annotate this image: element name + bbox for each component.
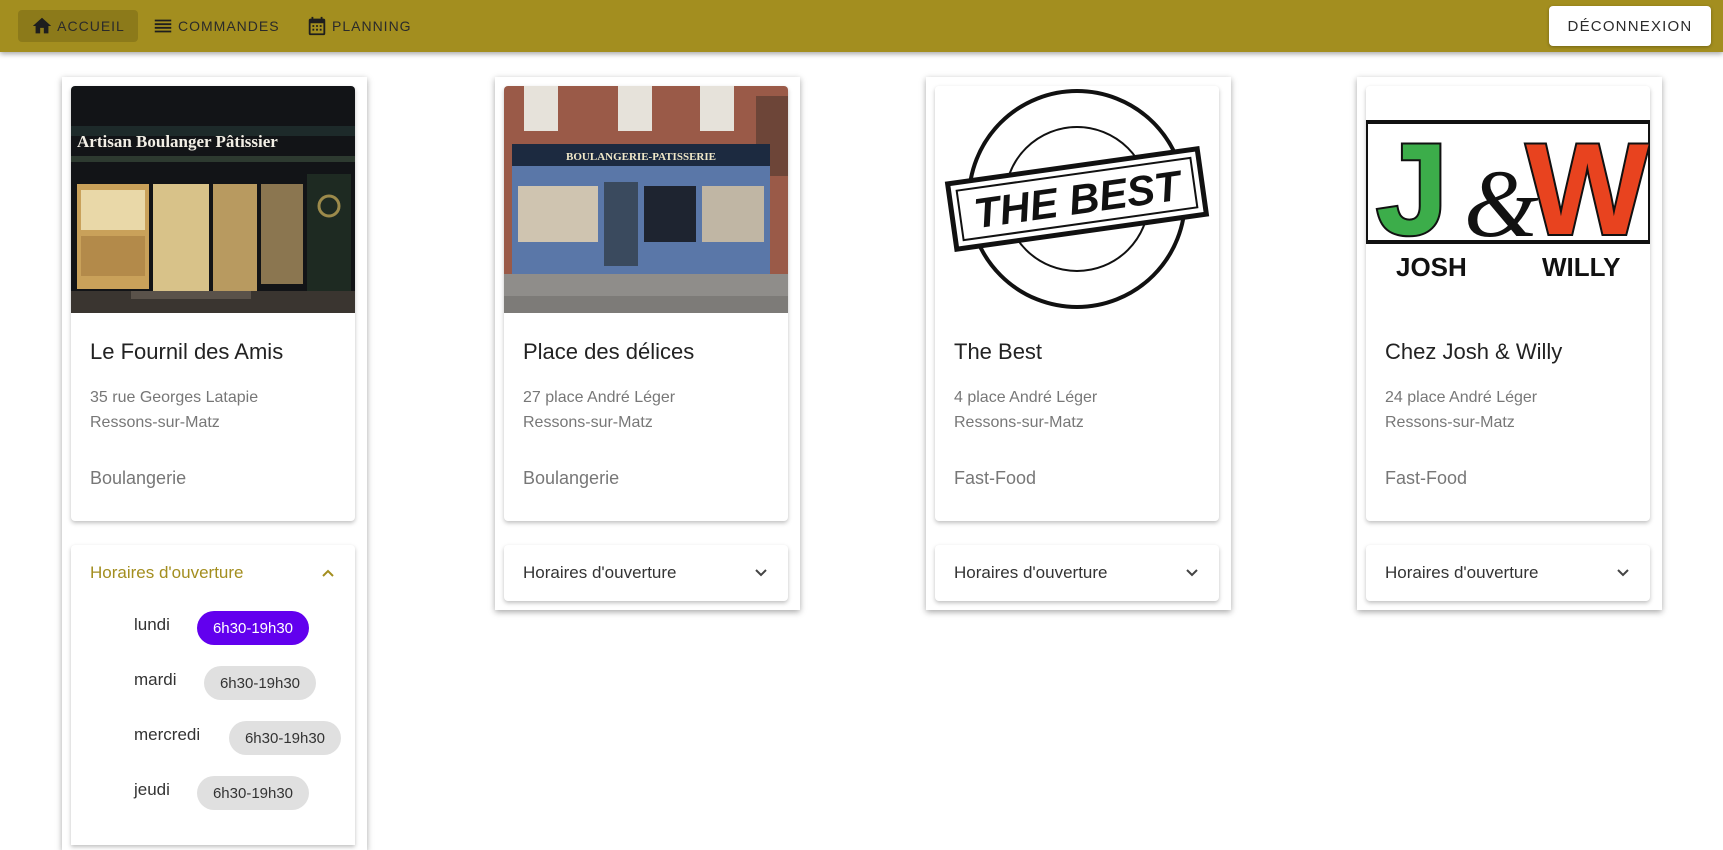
logo-letter-w: W xyxy=(1526,116,1649,262)
restaurant-address-city: Ressons-sur-Matz xyxy=(1385,414,1515,431)
restaurant-image: BOULANGERIE-PATISSERIE xyxy=(504,86,788,313)
home-icon xyxy=(32,17,52,34)
logout-button[interactable]: Déconnexion xyxy=(1549,6,1711,46)
hours-chip[interactable]: 6h30-19h30 xyxy=(229,721,341,755)
restaurant-category: Fast-Food xyxy=(954,468,1037,488)
hours-chip[interactable]: 6h30-19h30 xyxy=(197,776,309,810)
hours-day: lundi xyxy=(134,615,170,634)
opening-hours-toggle[interactable]: Horaires d'ouverture xyxy=(954,563,1107,583)
restaurant-name: The Best xyxy=(954,339,1043,364)
restaurant-category: Boulangerie xyxy=(523,468,620,488)
restaurant-column: THE BEST The Best 4 place André Léger Re… xyxy=(926,77,1231,610)
opening-hours-panel[interactable]: Horaires d'ouverture xyxy=(935,545,1219,601)
hours-day: mardi xyxy=(134,670,177,689)
hours-chip[interactable]: 6h30-19h30 xyxy=(197,611,309,645)
restaurant-column: BOULANGERIE-PATISSERIE Place des délices… xyxy=(495,77,800,610)
top-app-bar: Accueil Commandes Planning Déconnexion xyxy=(0,0,1723,52)
restaurant-image: Artisan Boulanger Pâtissier xyxy=(71,86,355,313)
restaurant-address-street: 24 place André Léger xyxy=(1385,389,1538,406)
shop-sign-text: Artisan Boulanger Pâtissier xyxy=(77,132,278,151)
restaurant-card[interactable]: J & W JOSH WILLY Chez Josh & Willy 24 pl… xyxy=(1366,86,1650,521)
opening-hours-toggle[interactable]: Horaires d'ouverture xyxy=(523,563,676,583)
restaurant-name: Place des délices xyxy=(523,339,695,364)
nav-commandes-button[interactable]: Commandes xyxy=(152,10,280,42)
restaurant-address-city: Ressons-sur-Matz xyxy=(954,414,1084,431)
nav-planning-label: Planning xyxy=(332,18,412,34)
opening-hours-panel[interactable]: Horaires d'ouverture xyxy=(504,545,788,601)
chevron-up-icon[interactable] xyxy=(321,566,335,580)
restaurant-name: Le Fournil des Amis xyxy=(90,339,284,364)
calendar-icon xyxy=(308,16,326,36)
nav-accueil-button[interactable]: Accueil xyxy=(18,10,138,42)
restaurant-column: J & W JOSH WILLY Chez Josh & Willy 24 pl… xyxy=(1357,77,1662,610)
opening-hours-toggle[interactable]: Horaires d'ouverture xyxy=(1385,563,1538,583)
restaurant-address-street: 4 place André Léger xyxy=(954,389,1098,406)
restaurant-card[interactable]: Artisan Boulanger Pâtissier Le Fournil d… xyxy=(71,86,355,521)
list-icon xyxy=(154,19,172,33)
restaurant-address-city: Ressons-sur-Matz xyxy=(523,414,653,431)
restaurant-address-street: 35 rue Georges Latapie xyxy=(90,389,259,406)
chevron-down-icon[interactable] xyxy=(1185,566,1199,580)
opening-hours-panel: Horaires d'ouverture lundi 6h30-19h30 ma… xyxy=(71,545,355,845)
restaurant-category: Fast-Food xyxy=(1385,468,1468,488)
restaurant-name: Chez Josh & Willy xyxy=(1385,339,1563,364)
restaurant-logo: J & W JOSH WILLY xyxy=(1366,86,1650,313)
chevron-down-icon[interactable] xyxy=(1616,566,1630,580)
opening-hours-panel[interactable]: Horaires d'ouverture xyxy=(1366,545,1650,601)
restaurant-card[interactable]: BOULANGERIE-PATISSERIE Place des délices… xyxy=(504,86,788,521)
hours-day: mercredi xyxy=(134,725,201,744)
nav-planning-button[interactable]: Planning xyxy=(306,10,412,42)
opening-hours-toggle[interactable]: Horaires d'ouverture xyxy=(90,563,243,583)
restaurant-address-city: Ressons-sur-Matz xyxy=(90,414,220,431)
hours-chip[interactable]: 6h30-19h30 xyxy=(204,666,316,700)
nav-accueil-label: Accueil xyxy=(57,18,125,34)
nav-commandes-label: Commandes xyxy=(178,18,280,34)
logo-letter-j: J xyxy=(1376,116,1448,262)
restaurant-column: Artisan Boulanger Pâtissier Le Fournil d… xyxy=(62,77,367,850)
chevron-down-icon[interactable] xyxy=(754,566,768,580)
logo-subtext-right: WILLY xyxy=(1542,252,1620,282)
logo-subtext-left: JOSH xyxy=(1396,252,1467,282)
restaurant-logo: THE BEST xyxy=(935,86,1219,313)
hours-day: jeudi xyxy=(134,780,170,799)
restaurant-address-street: 27 place André Léger xyxy=(523,389,676,406)
shop-sign-text: BOULANGERIE-PATISSERIE xyxy=(566,151,716,163)
restaurant-card[interactable]: THE BEST The Best 4 place André Léger Re… xyxy=(935,86,1219,521)
restaurant-category: Boulangerie xyxy=(90,468,187,488)
